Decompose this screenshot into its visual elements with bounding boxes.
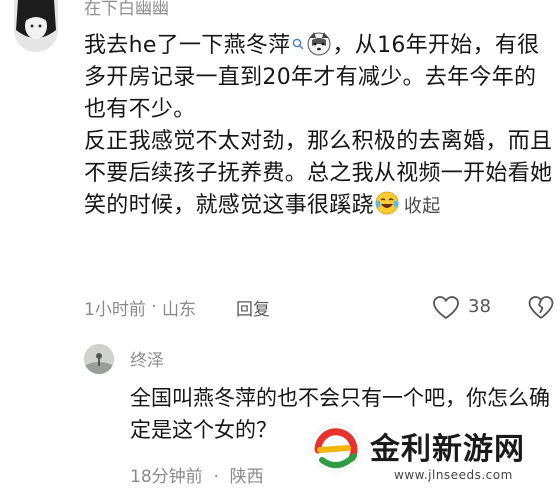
- reply-time: 18分钟前: [130, 467, 203, 487]
- comment-meta: 1小时前 · 山东 回复 38: [84, 294, 554, 320]
- reply-button[interactable]: 回复: [236, 295, 270, 320]
- laugh-cry-emoji-icon: [375, 191, 399, 215]
- avatar[interactable]: [14, 0, 58, 52]
- search-icon: [293, 38, 304, 50]
- broken-heart-icon[interactable]: [528, 295, 554, 321]
- reply-avatar[interactable]: [84, 344, 114, 374]
- comment-time: 1小时前: [84, 299, 146, 320]
- comment-location: 山东: [162, 299, 197, 320]
- heart-outline-icon[interactable]: [432, 295, 460, 321]
- watermark: 金利新游网 www.jlnseeds.com: [298, 410, 560, 500]
- reply-location: 陕西: [229, 467, 264, 487]
- e-logo-icon: [311, 423, 361, 473]
- watermark-url: www.jlnseeds.com: [394, 468, 513, 482]
- comment-text: 我去he了一下燕冬萍 ，从16年开始，有很多开房记录一直到20年才有减少。去年今年…: [84, 30, 554, 223]
- comment-text-part3: 反正我感觉不太对劲，那么积极的去离婚，而且不要后续孩子抚养费。总之我从视频一开始…: [84, 129, 553, 218]
- collapse-link[interactable]: 收起: [404, 196, 441, 217]
- meta-separator: ·: [145, 297, 163, 317]
- reply-meta: 18分钟前 · 陕西: [130, 462, 264, 487]
- comment-username[interactable]: 在下白幽幽: [84, 0, 169, 19]
- reply-username[interactable]: 终泽: [130, 346, 164, 371]
- meta-separator: ·: [208, 467, 225, 487]
- watermark-title: 金利新游网: [370, 432, 525, 467]
- comment-text-part1: 我去he了一下燕冬萍: [84, 33, 291, 58]
- dog-emoji-icon: [307, 32, 331, 56]
- like-count: 38: [468, 296, 491, 317]
